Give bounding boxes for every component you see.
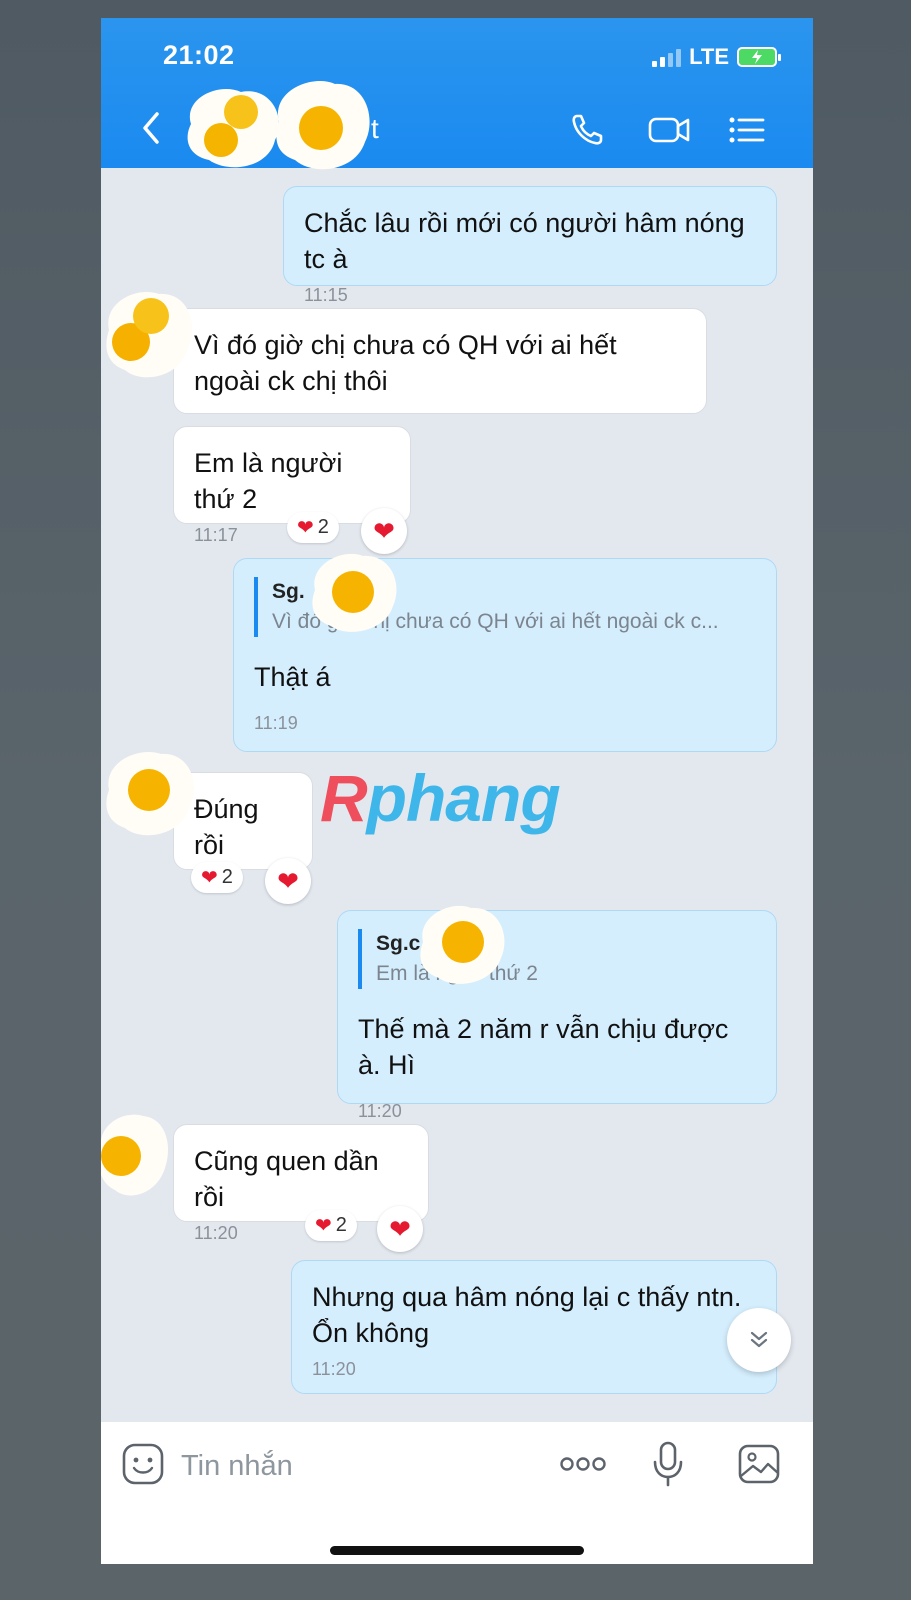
status-time: 21:02 <box>163 40 235 70</box>
message-text: Chắc lâu rồi mới có người hâm nóng tc à <box>304 208 745 274</box>
chevron-down-icon <box>750 1331 768 1348</box>
heart-icon: ❤ <box>201 867 218 889</box>
message-time: 11:15 <box>304 285 348 305</box>
reaction-count: 2 <box>335 1214 347 1236</box>
network-label: LTE <box>689 44 729 69</box>
reaction-count: 2 <box>221 866 233 888</box>
video-icon[interactable] <box>647 110 691 150</box>
message-time: 11:20 <box>358 1101 402 1121</box>
message-text: Thế mà 2 năm r vẫn chịu được à. Hì <box>358 1014 729 1080</box>
message-time: 11:20 <box>312 1359 356 1379</box>
watermark-logo: Rphang <box>320 761 561 835</box>
back-icon[interactable] <box>135 108 165 148</box>
message-text: Em là người thứ 2 <box>194 448 343 514</box>
battery-icon <box>737 47 781 67</box>
list-icon[interactable] <box>725 110 769 150</box>
phone-icon[interactable] <box>567 110 611 150</box>
heart-icon: ❤ <box>315 1215 332 1237</box>
heart-react-button[interactable]: ❤ <box>377 1206 423 1252</box>
heart-icon: ❤ <box>297 517 314 539</box>
message-bubble-outgoing[interactable]: Chắc lâu rồi mới có người hâm nóng tc à … <box>283 186 777 305</box>
message-bubble-incoming[interactable]: Vì đó giờ chị chưa có QH với ai hết ngoà… <box>173 308 707 414</box>
message-text: Nhưng qua hâm nóng lại c thấy ntn. Ổn kh… <box>312 1282 742 1348</box>
egg-sticker-icon <box>101 1114 168 1196</box>
home-indicator <box>330 1546 584 1555</box>
reaction-count: 2 <box>317 516 329 538</box>
image-icon[interactable] <box>737 1442 781 1486</box>
egg-sticker-icon <box>106 291 192 378</box>
microphone-icon[interactable] <box>651 1440 685 1488</box>
message-text: Thật á <box>254 662 331 692</box>
message-bubble-outgoing[interactable]: Sg.ct Em là ngthứ 2 Thế mà 2 năm r vẫn c… <box>337 910 777 1121</box>
egg-sticker-icon <box>312 553 397 632</box>
reaction-summary[interactable]: ❤ 2 <box>287 512 339 543</box>
egg-sticker-icon <box>276 81 370 170</box>
message-text: Cũng quen dần rồi <box>194 1146 379 1212</box>
message-input[interactable]: Tin nhắn <box>181 1450 293 1483</box>
heart-react-button[interactable]: ❤ <box>265 858 311 904</box>
emoji-icon[interactable] <box>121 1442 165 1486</box>
reaction-summary[interactable]: ❤ 2 <box>305 1210 357 1241</box>
scroll-down-button[interactable] <box>727 1308 791 1372</box>
message-text: Đúng rồi <box>194 794 259 860</box>
more-dots-icon[interactable] <box>559 1452 607 1476</box>
signal-icon <box>652 47 682 67</box>
egg-sticker-icon <box>106 751 194 836</box>
message-time: 11:20 <box>194 1223 238 1243</box>
egg-sticker-icon <box>420 905 505 984</box>
reaction-summary[interactable]: ❤ 2 <box>191 862 243 893</box>
status-indicators: LTE <box>652 44 781 70</box>
composer-bar: Tin nhắn <box>101 1422 813 1564</box>
message-text: Vì đó giờ chị chưa có QH với ai hết ngoà… <box>194 330 617 396</box>
message-time: 11:19 <box>254 713 298 733</box>
message-bubble-outgoing[interactable]: Nhưng qua hâm nóng lại c thấy ntn. Ổn kh… <box>291 1260 777 1394</box>
